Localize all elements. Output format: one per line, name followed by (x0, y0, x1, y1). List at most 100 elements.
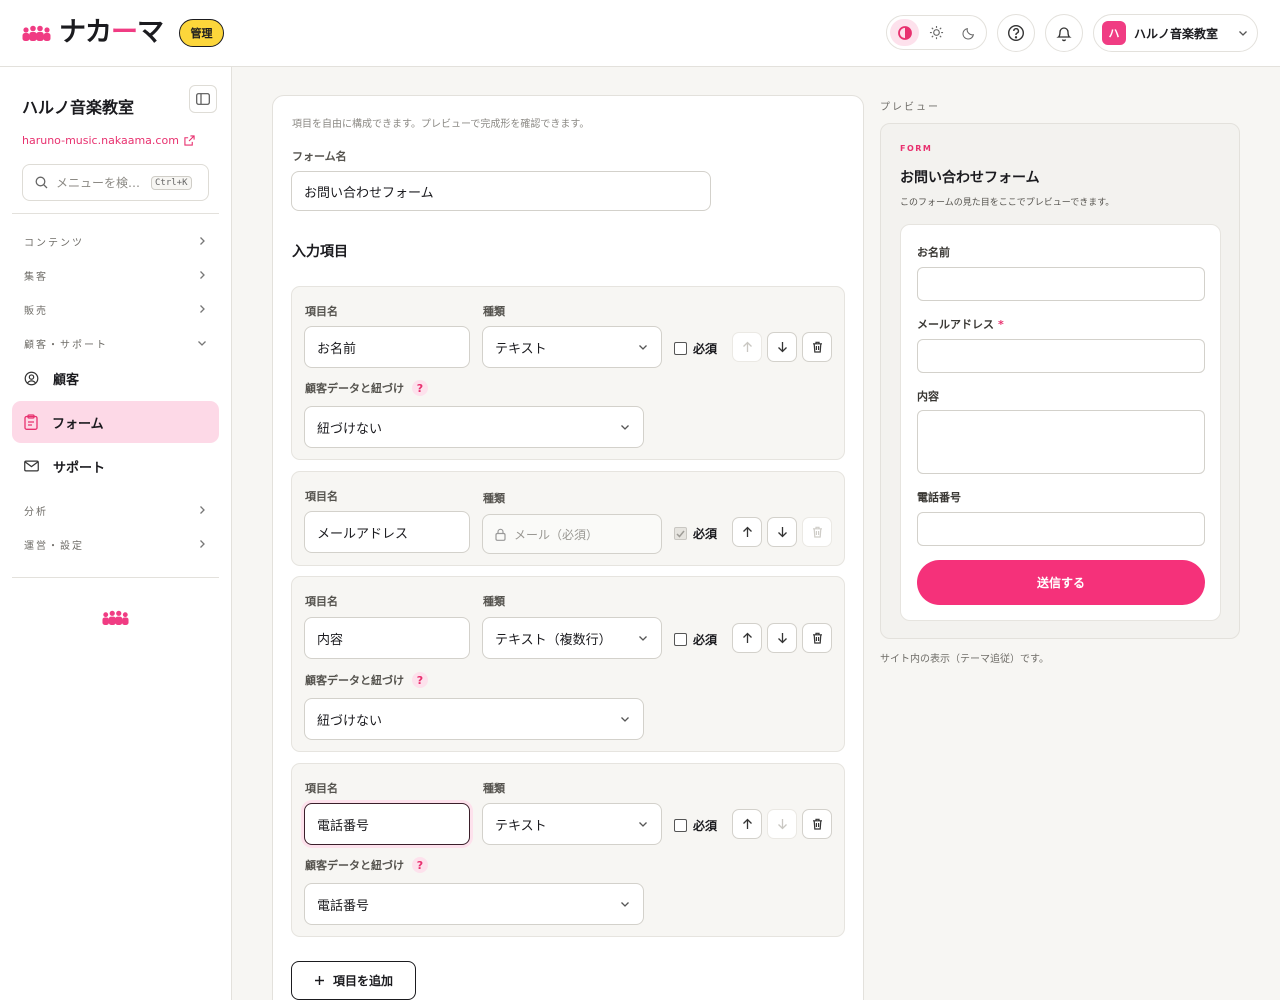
arrow-down-icon (777, 341, 788, 353)
help-button[interactable] (997, 14, 1035, 52)
avatar: ハ (1102, 21, 1126, 45)
preview-field-label: 内容 (917, 390, 939, 403)
chevron-right-icon (197, 505, 207, 515)
preview-form: お名前 メールアドレス * 内容 電話番号 送信する (900, 224, 1221, 621)
sidebar-section-marketing[interactable]: 集客 (12, 263, 219, 287)
add-field-button[interactable]: 項目を追加 (291, 961, 416, 1000)
preview-content-textarea[interactable] (917, 410, 1205, 474)
arrow-up-icon (742, 341, 753, 353)
sidebar-section-settings[interactable]: 運営・設定 (12, 532, 219, 556)
theme-light-button[interactable] (922, 19, 951, 46)
move-up-button[interactable] (732, 809, 762, 839)
sidebar-item-customers[interactable]: 顧客 (12, 357, 219, 399)
field-type-select[interactable]: テキスト (482, 803, 662, 845)
field-name-input[interactable] (304, 803, 470, 845)
lock-icon (495, 528, 506, 541)
field-name-input[interactable] (304, 617, 470, 659)
customer-link-label: 顧客データと紐づけ ? (305, 857, 428, 873)
site-url-link[interactable]: haruno-music.nakaama.com (22, 134, 195, 147)
required-label: 必須 (693, 819, 718, 833)
help-icon[interactable]: ? (412, 380, 428, 396)
field-type-select[interactable]: テキスト（複数行） (482, 617, 662, 659)
sidebar-collapse-button[interactable] (189, 85, 217, 113)
customer-link-select[interactable]: 電話番号 (304, 883, 644, 925)
preview-description: このフォームの見た目をここでプレビューできます。 (900, 198, 1115, 208)
trash-icon (812, 526, 823, 538)
plus-icon (314, 975, 325, 986)
field-name-input[interactable] (304, 511, 470, 553)
delete-field-button[interactable] (802, 332, 832, 362)
select-value: テキスト (495, 818, 547, 834)
section-label: 分析 (24, 506, 48, 518)
menu-search-input[interactable] (56, 175, 151, 190)
required-label: 必須 (693, 527, 718, 541)
help-icon[interactable]: ? (412, 672, 428, 688)
field-type-locked: メール（必須） (482, 514, 662, 554)
trash-icon (812, 818, 823, 830)
search-shortcut: Ctrl+K (151, 175, 192, 190)
contrast-icon (897, 25, 913, 41)
customer-link-select[interactable]: 紐づけない (304, 698, 644, 740)
chevron-down-icon (1237, 27, 1249, 39)
customer-link-select[interactable]: 紐づけない (304, 406, 644, 448)
select-value: 紐づけない (317, 421, 383, 437)
move-up-button[interactable] (732, 517, 762, 547)
account-switcher[interactable]: ハ ハルノ音楽教室 (1093, 14, 1258, 52)
field-type-label: 種類 (483, 305, 505, 318)
move-down-button (767, 809, 797, 839)
delete-field-button[interactable] (802, 809, 832, 839)
form-name-input[interactable] (291, 171, 711, 211)
field-type-select[interactable]: テキスト (482, 326, 662, 368)
sidebar-item-forms[interactable]: フォーム (12, 401, 219, 443)
sidebar-item-support[interactable]: サポート (12, 445, 219, 487)
notifications-button[interactable] (1045, 14, 1083, 52)
chevron-down-icon (619, 421, 631, 433)
sidebar-toggle-icon (196, 93, 210, 105)
field-card-name: 項目名 種類 テキスト 必須 顧客データと紐づけ ? 紐づけない (291, 286, 845, 460)
customer-link-text: 顧客データと紐づけ (305, 382, 404, 395)
chevron-down-icon (619, 898, 631, 910)
search-icon (35, 176, 48, 189)
move-down-button[interactable] (767, 517, 797, 547)
required-checkbox[interactable]: 必須 (674, 817, 717, 834)
clipboard-icon (24, 414, 38, 430)
move-down-button[interactable] (767, 623, 797, 653)
sidebar-section-contents[interactable]: コンテンツ (12, 229, 219, 253)
sidebar-section-sales[interactable]: 販売 (12, 297, 219, 321)
preview-panel: FORM お問い合わせフォーム このフォームの見た目をここでプレビューできます。… (880, 123, 1240, 639)
logo[interactable]: ナカーマ (22, 18, 164, 48)
checkbox-box (674, 819, 687, 832)
move-up-button[interactable] (732, 623, 762, 653)
select-value: メール（必須） (514, 527, 599, 542)
preview-field-label: お名前 (917, 246, 950, 259)
chevron-right-icon (197, 304, 207, 314)
chevron-right-icon (197, 539, 207, 549)
preview-email-input[interactable] (917, 339, 1205, 373)
preview-name-input[interactable] (917, 267, 1205, 301)
sidebar-section-analytics[interactable]: 分析 (12, 498, 219, 522)
move-up-button[interactable] (732, 332, 762, 362)
preview-eyebrow: FORM (900, 144, 933, 153)
theme-switcher (886, 15, 987, 50)
preview-submit-button[interactable]: 送信する (917, 560, 1205, 605)
preview-phone-input[interactable] (917, 512, 1205, 546)
help-icon[interactable]: ? (412, 857, 428, 873)
select-value: テキスト（複数行） (495, 632, 612, 648)
preview-field-label-text: メールアドレス (917, 318, 994, 331)
admin-badge: 管理 (179, 19, 224, 47)
checkbox-box (674, 342, 687, 355)
delete-field-button[interactable] (802, 623, 832, 653)
chevron-right-icon (197, 270, 207, 280)
field-name-label: 項目名 (305, 305, 338, 318)
required-checkbox[interactable]: 必須 (674, 631, 717, 648)
required-checkbox: 必須 (674, 525, 717, 542)
sidebar-divider (12, 213, 219, 214)
theme-dark-button[interactable] (954, 19, 983, 46)
preview-field-label: メールアドレス * (917, 316, 1004, 332)
move-down-button[interactable] (767, 332, 797, 362)
theme-auto-button[interactable] (890, 19, 919, 46)
field-name-input[interactable] (304, 326, 470, 368)
preview-title: お問い合わせフォーム (900, 170, 1040, 186)
required-checkbox[interactable]: 必須 (674, 340, 717, 357)
sidebar-section-customers-support[interactable]: 顧客・サポート (12, 331, 219, 355)
